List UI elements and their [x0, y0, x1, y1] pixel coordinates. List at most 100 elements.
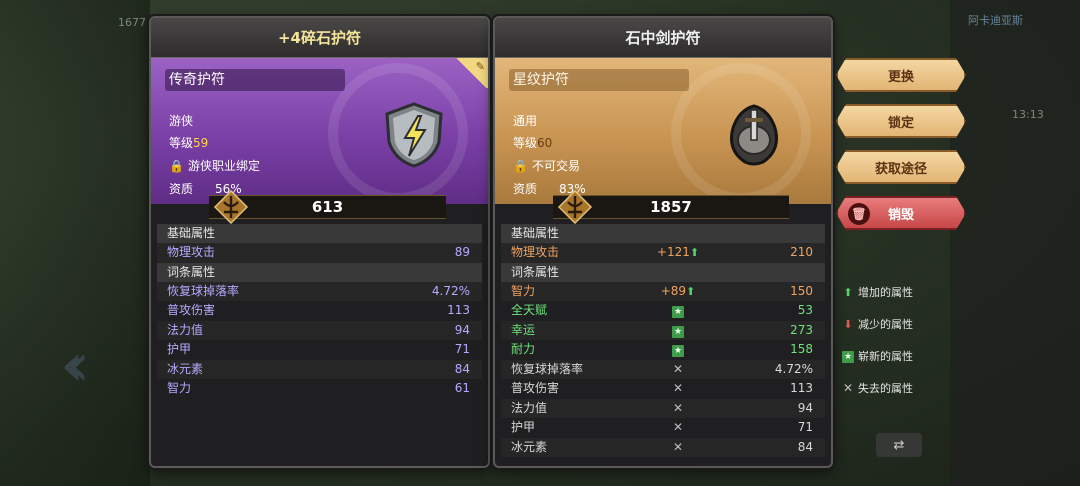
sword-in-stone-icon — [730, 104, 778, 166]
attr-value: 89 — [454, 245, 470, 259]
attr-name: 智力 — [167, 381, 192, 395]
rarity-label: 传奇护符 — [165, 69, 345, 91]
attr-row: 普攻伤害 ✕ 113 — [501, 379, 825, 399]
attr-name: 冰元素 — [167, 361, 204, 376]
power-emblem-icon — [213, 190, 249, 224]
level-value: 59 — [193, 136, 209, 150]
hud-player-name: 阿卡迪亚斯 — [968, 14, 1023, 27]
destroy-button[interactable]: 🗑 销毁 — [836, 196, 966, 230]
attr-name: 幸运 — [511, 322, 536, 337]
lost-attr-x-icon: ✕ — [672, 400, 684, 415]
swap-compare-button[interactable]: ⇄ — [876, 433, 922, 457]
attr-value: 71 — [454, 342, 470, 356]
legend-decrease: ⬇ 减少的属性 — [842, 316, 913, 332]
level-line: 等级59 — [169, 134, 208, 151]
attr-row: 全天赋 ★ 53 — [501, 301, 825, 321]
lost-attr-x-icon: ✕ — [672, 420, 684, 434]
attr-value: 273 — [790, 322, 813, 337]
base-attr-header: 基础属性 — [157, 224, 482, 243]
attr-name: 普攻伤害 — [511, 381, 560, 395]
attr-value: 53 — [797, 303, 813, 317]
item-hero-card: 星纹护符 通用 等级60 🔒 不可交易 资质 83% — [495, 58, 831, 204]
attr-row: 恢复球掉落率 ✕ 4.72% — [501, 360, 825, 380]
legend-increase: ⬆ 增加的属性 — [842, 284, 913, 300]
attr-row: 普攻伤害 113 — [157, 301, 482, 321]
binding-line: 🔒 不可交易 — [513, 157, 580, 174]
attr-value: 113 — [447, 303, 470, 317]
attr-name: 物理攻击 — [511, 245, 560, 259]
attribute-list[interactable]: 基础属性 物理攻击 +121⬆ 210 词条属性 智力 +89⬆ 150 全天赋… — [501, 224, 825, 466]
increase-arrow-icon: ⬆ — [686, 284, 696, 298]
attr-value: 94 — [454, 322, 470, 337]
lost-attr-x-icon: ✕ — [672, 439, 684, 454]
attr-row: 护甲 71 — [157, 340, 482, 360]
binding-text: 不可交易 — [531, 159, 580, 173]
legend-label: 崭新的属性 — [858, 350, 913, 363]
legend-label: 失去的属性 — [858, 382, 913, 395]
attr-name: 冰元素 — [511, 439, 548, 454]
attr-row: 幸运 ★ 273 — [501, 321, 825, 341]
attr-value: 71 — [797, 420, 813, 434]
legend-new: ★ 崭新的属性 — [842, 348, 913, 364]
level-label: 等级 — [513, 136, 538, 150]
replace-button[interactable]: 更换 — [836, 58, 966, 92]
attr-row: 智力 61 — [157, 379, 482, 399]
power-emblem-icon — [557, 190, 593, 224]
attr-row: 物理攻击 89 — [157, 243, 482, 263]
level-line: 等级60 — [513, 134, 552, 151]
trash-icon: 🗑 — [848, 203, 870, 225]
new-attr-badge-icon: ★ — [672, 325, 684, 338]
attr-value: 61 — [454, 381, 470, 395]
back-chevron-icon: ‹‹ — [60, 330, 90, 400]
attr-row: 法力值 ✕ 94 — [501, 399, 825, 419]
legend-lost: ✕ 失去的属性 — [842, 380, 913, 396]
attr-name: 护甲 — [167, 342, 192, 356]
attr-row: 法力值 94 — [157, 321, 482, 341]
attr-row: 冰元素 84 — [157, 360, 482, 380]
attr-name: 耐力 — [511, 342, 536, 356]
attr-value: 84 — [454, 361, 470, 376]
lock-button[interactable]: 锁定 — [836, 104, 966, 138]
panel-title: 石中剑护符 — [495, 18, 831, 58]
attr-name: 恢复球掉落率 — [167, 283, 240, 298]
attr-value: 84 — [797, 439, 813, 454]
attr-name: 全天赋 — [511, 303, 548, 317]
acquire-source-button[interactable]: 获取途径 — [836, 150, 966, 184]
item-hero-card: ✎ 传奇护符 游侠 等级59 🔒 游侠职业绑定 资质 56% — [151, 58, 488, 204]
new-amulet-panel: 石中剑护符 星纹护符 通用 等级60 🔒 不可交易 资质 83% 1857 基础属性… — [493, 16, 833, 468]
equipped-corner-badge: ✎ — [454, 58, 488, 88]
attr-name: 物理攻击 — [167, 245, 216, 259]
attribute-list[interactable]: 基础属性 物理攻击 89 词条属性 恢复球掉落率 4.72% 普攻伤害 113 法力值… — [157, 224, 482, 466]
attr-diff: +89⬆ — [633, 282, 723, 302]
panel-title: +4碎石护符 — [151, 18, 488, 58]
attr-row: 耐力 ★ 158 — [501, 340, 825, 360]
attr-name: 普攻伤害 — [167, 303, 216, 317]
attr-value: 158 — [790, 342, 813, 356]
swap-icon: ⇄ — [893, 437, 905, 453]
attr-value: 210 — [790, 245, 813, 259]
class-label: 游侠 — [169, 114, 194, 128]
shield-lightning-icon — [385, 102, 443, 168]
attr-value: 4.72% — [431, 283, 470, 298]
increase-arrow-icon: ⬆ — [689, 246, 700, 259]
level-value: 60 — [537, 136, 553, 150]
new-attr-badge-icon: ★ — [672, 345, 684, 357]
current-amulet-panel: +4碎石护符 ✎ 传奇护符 游侠 等级59 🔒 游侠职业绑定 资质 56% 613 … — [149, 16, 490, 468]
power-row: 613 — [151, 190, 488, 224]
attr-name: 法力值 — [511, 400, 548, 415]
legend-label: 增加的属性 — [858, 286, 913, 299]
attr-value: 113 — [790, 381, 813, 395]
attr-name: 护甲 — [511, 420, 536, 434]
rarity-label: 星纹护符 — [509, 69, 689, 91]
attr-row: 智力 +89⬆ 150 — [501, 282, 825, 302]
diff-value: +121 — [656, 245, 690, 259]
equipped-icon: ✎ — [475, 60, 485, 73]
legend-label: 减少的属性 — [858, 318, 913, 331]
attr-value: 4.72% — [774, 361, 813, 376]
attr-name: 智力 — [511, 283, 536, 298]
increase-arrow-icon: ⬆ — [843, 285, 853, 299]
hud-clock: 13:13 — [1012, 108, 1044, 121]
decrease-arrow-icon: ⬇ — [843, 317, 853, 331]
level-label: 等级 — [169, 136, 194, 150]
affix-attr-header: 词条属性 — [157, 262, 482, 282]
